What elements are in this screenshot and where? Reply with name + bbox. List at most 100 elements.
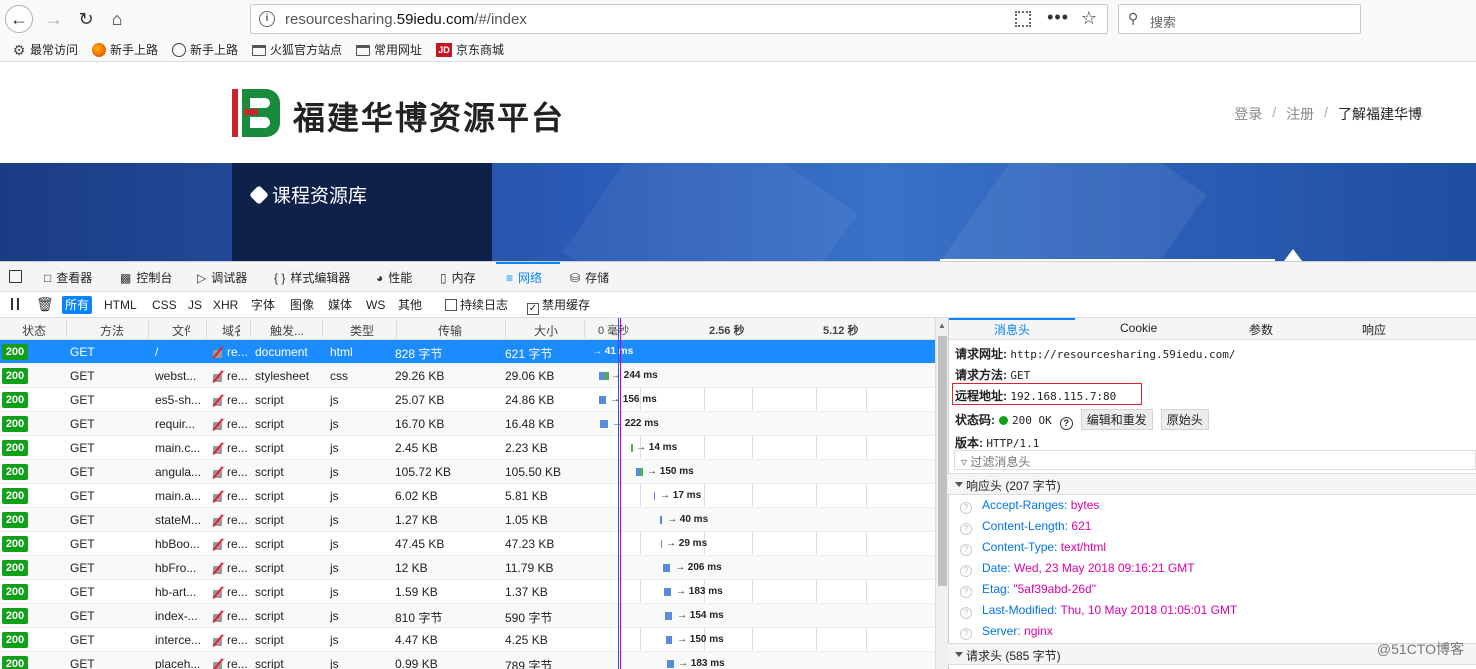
- filter-headers-input[interactable]: ▿ 过滤消息头: [954, 450, 1476, 470]
- col-transferred[interactable]: 传输: [438, 322, 462, 339]
- response-header-row[interactable]: ? Etag: "5af39abd-26d": [960, 582, 1096, 598]
- response-header-row[interactable]: ? Accept-Ranges: bytes: [960, 498, 1099, 514]
- tab-headers[interactable]: 消息头: [994, 321, 1030, 338]
- globe-icon: [172, 42, 186, 57]
- help-icon[interactable]: ?: [960, 565, 972, 577]
- help-icon[interactable]: ?: [960, 544, 972, 556]
- course-library-heading[interactable]: 课程资源库: [249, 181, 367, 208]
- tab-inspector[interactable]: □ 查看器: [44, 269, 92, 286]
- col-method[interactable]: 方法: [100, 322, 124, 339]
- register-link[interactable]: 注册: [1286, 104, 1314, 124]
- bookmark-getting-started-2[interactable]: 新手上路: [172, 41, 238, 58]
- bookmark-star-icon[interactable]: ☆: [1081, 8, 1097, 29]
- login-link[interactable]: 登录: [1234, 104, 1262, 124]
- request-row[interactable]: 200 GET stateM... re... script js 1.27 KB 1.05 …: [0, 508, 935, 532]
- col-file[interactable]: 文件: [172, 322, 190, 339]
- request-list-scrollbar[interactable]: ▲: [935, 318, 948, 669]
- insecure-lock-icon: [212, 514, 223, 526]
- help-icon[interactable]: ?: [960, 586, 972, 598]
- element-picker-icon[interactable]: [9, 270, 22, 283]
- request-row[interactable]: 200 GET webst... re... stylesheet css 29.26 KB…: [0, 364, 935, 388]
- request-row[interactable]: 200 GET angula... re... script js 105.72 KB 105…: [0, 460, 935, 484]
- search-input[interactable]: ⚲ 搜索: [1118, 4, 1361, 34]
- status-badge: 200: [2, 416, 28, 432]
- request-row[interactable]: 200 GET hbFro... re... script js 12 KB 11.79 KB…: [0, 556, 935, 580]
- file-cell: main.c...: [155, 441, 201, 455]
- response-header-row[interactable]: ? Server: nginx: [960, 624, 1053, 640]
- response-header-row[interactable]: ? Last-Modified: Thu, 10 May 2018 01:05:0…: [960, 603, 1237, 619]
- bookmark-common-sites[interactable]: 常用网址: [356, 41, 422, 58]
- url-bar[interactable]: i resourcesharing.59iedu.com/#/index •••…: [250, 4, 1108, 34]
- request-row[interactable]: 200 GET hbBoo... re... script js 47.45 KB 47.23…: [0, 532, 935, 556]
- response-header-row[interactable]: ? Date: Wed, 23 May 2018 09:16:21 GMT: [960, 561, 1195, 577]
- reload-button[interactable]: ↻: [72, 5, 100, 33]
- help-icon[interactable]: ?: [960, 628, 972, 640]
- request-row[interactable]: 200 GET es5-sh... re... script js 25.07 KB 24.8…: [0, 388, 935, 412]
- help-icon[interactable]: ?: [960, 607, 972, 619]
- filter-html[interactable]: HTML: [101, 296, 140, 314]
- tab-performance[interactable]: ◕ 性能: [376, 269, 412, 286]
- scroll-up-icon[interactable]: ▲: [938, 321, 946, 330]
- filter-js[interactable]: JS: [185, 296, 205, 314]
- tab-cookies[interactable]: Cookie: [1120, 321, 1157, 335]
- tab-params[interactable]: 参数: [1249, 321, 1273, 338]
- help-icon[interactable]: ?: [960, 523, 972, 535]
- request-row[interactable]: 200 GET requir... re... script js 16.70 KB 16.4…: [0, 412, 935, 436]
- tab-memory[interactable]: ▯ 内存: [440, 269, 476, 286]
- tab-style-editor[interactable]: { } 样式编辑器: [274, 269, 350, 286]
- col-type[interactable]: 类型: [350, 322, 374, 339]
- filter-images[interactable]: 图像: [287, 296, 317, 314]
- tab-response[interactable]: 响应: [1362, 321, 1386, 338]
- request-row[interactable]: 200 GET hb-art... re... script js 1.59 KB 1.37 …: [0, 580, 935, 604]
- qr-code-icon[interactable]: [1015, 11, 1031, 27]
- bookmark-jd[interactable]: JD 京东商城: [436, 41, 504, 58]
- col-domain[interactable]: 域名: [222, 322, 240, 339]
- waterfall-bar: [667, 660, 674, 668]
- url-text[interactable]: resourcesharing.59iedu.com/#/index: [285, 11, 527, 28]
- filter-all[interactable]: 所有: [62, 296, 93, 314]
- firefox-icon: [92, 42, 106, 57]
- request-row[interactable]: 200 GET main.c... re... script js 2.45 KB 2.23 …: [0, 436, 935, 460]
- tab-storage[interactable]: ⛁ 存储: [570, 269, 609, 286]
- response-headers-section[interactable]: 响应头 (207 字节): [948, 473, 1476, 495]
- tab-debugger[interactable]: ▷ 调试器: [197, 269, 247, 286]
- filter-media[interactable]: 媒体: [325, 296, 355, 314]
- bookmark-firefox-site[interactable]: 火狐官方站点: [252, 41, 342, 58]
- site-logo[interactable]: [232, 89, 280, 137]
- filter-ws[interactable]: WS: [363, 296, 388, 314]
- col-cause[interactable]: 触发...: [270, 322, 304, 339]
- help-icon[interactable]: ?: [1059, 417, 1073, 430]
- pause-icon[interactable]: [11, 298, 19, 310]
- tab-console[interactable]: ▩ 控制台: [120, 269, 172, 286]
- trash-icon[interactable]: 🗑: [36, 296, 54, 313]
- response-header-row[interactable]: ? Content-Length: 621: [960, 519, 1091, 535]
- request-row[interactable]: 200 GET main.a... re... script js 6.02 KB 5.81 …: [0, 484, 935, 508]
- help-icon[interactable]: ?: [960, 502, 972, 514]
- bookmark-getting-started[interactable]: 新手上路: [92, 41, 158, 58]
- col-status[interactable]: 状态: [22, 322, 46, 339]
- response-header-row[interactable]: ? Content-Type: text/html: [960, 540, 1106, 556]
- filter-xhr[interactable]: XHR: [210, 296, 241, 314]
- request-row[interactable]: 200 GET index-... re... script js 810 字节 590 字节…: [0, 604, 935, 628]
- raw-headers-button[interactable]: 原始头: [1160, 409, 1209, 430]
- forward-button[interactable]: →: [40, 5, 68, 33]
- waterfall-bar-receive: [605, 372, 609, 380]
- col-size[interactable]: 大小: [534, 322, 558, 339]
- info-icon[interactable]: i: [259, 11, 275, 27]
- home-button[interactable]: ⌂: [103, 5, 131, 33]
- edit-resend-button[interactable]: 编辑和重发: [1080, 409, 1153, 430]
- page-actions-icon[interactable]: •••: [1047, 7, 1069, 28]
- persist-log-checkbox[interactable]: 持续日志: [442, 296, 511, 314]
- about-link[interactable]: 了解福建华博: [1338, 104, 1422, 124]
- tab-network[interactable]: ≡ 网络: [506, 269, 542, 286]
- filter-fonts[interactable]: 字体: [248, 296, 278, 314]
- disable-cache-checkbox[interactable]: ✓ 禁用缓存: [524, 296, 593, 315]
- request-row[interactable]: 200 GET interce... re... script js 4.47 KB 4.25…: [0, 628, 935, 652]
- bookmark-most-visited[interactable]: ⚙ 最常访问: [12, 41, 78, 58]
- filter-other[interactable]: 其他: [395, 296, 425, 314]
- filter-css[interactable]: CSS: [149, 296, 180, 314]
- request-row[interactable]: 200 GET / re... document html 828 字节 621 字节 → 41…: [0, 340, 935, 364]
- back-button[interactable]: ←: [5, 5, 33, 33]
- scrollbar-thumb[interactable]: [938, 336, 947, 586]
- request-row[interactable]: 200 GET placeh... re... script js 0.99 KB 789 字…: [0, 652, 935, 669]
